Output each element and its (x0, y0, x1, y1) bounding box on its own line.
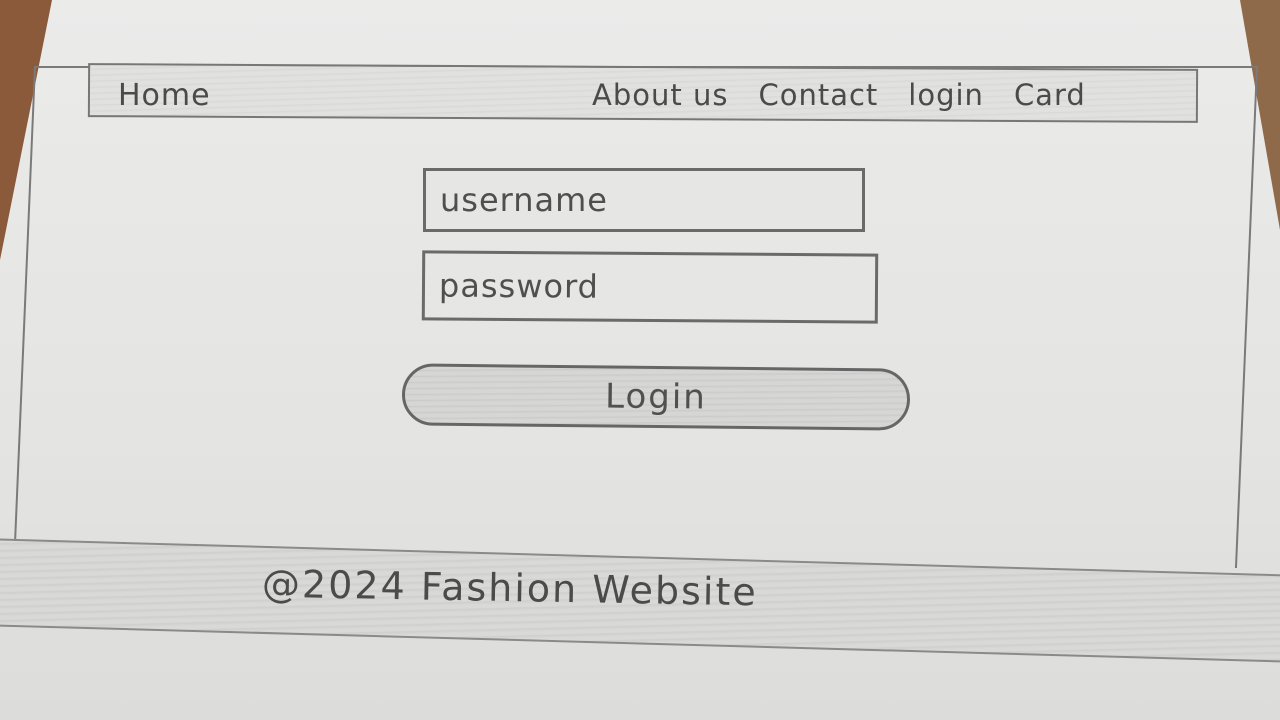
nav-home-link[interactable]: Home (118, 78, 211, 113)
username-input[interactable] (423, 168, 865, 232)
password-input[interactable] (421, 250, 879, 324)
nav-link-card[interactable]: Card (1014, 78, 1086, 112)
nav-links: About us Contact login Card (592, 78, 1086, 112)
nav-link-login[interactable]: login (908, 78, 984, 112)
login-button[interactable]: Login (401, 363, 911, 431)
footer-copyright: @2024 Fashion Website (261, 561, 759, 615)
nav-link-about-us[interactable]: About us (592, 78, 728, 112)
nav-link-contact[interactable]: Contact (758, 78, 878, 112)
